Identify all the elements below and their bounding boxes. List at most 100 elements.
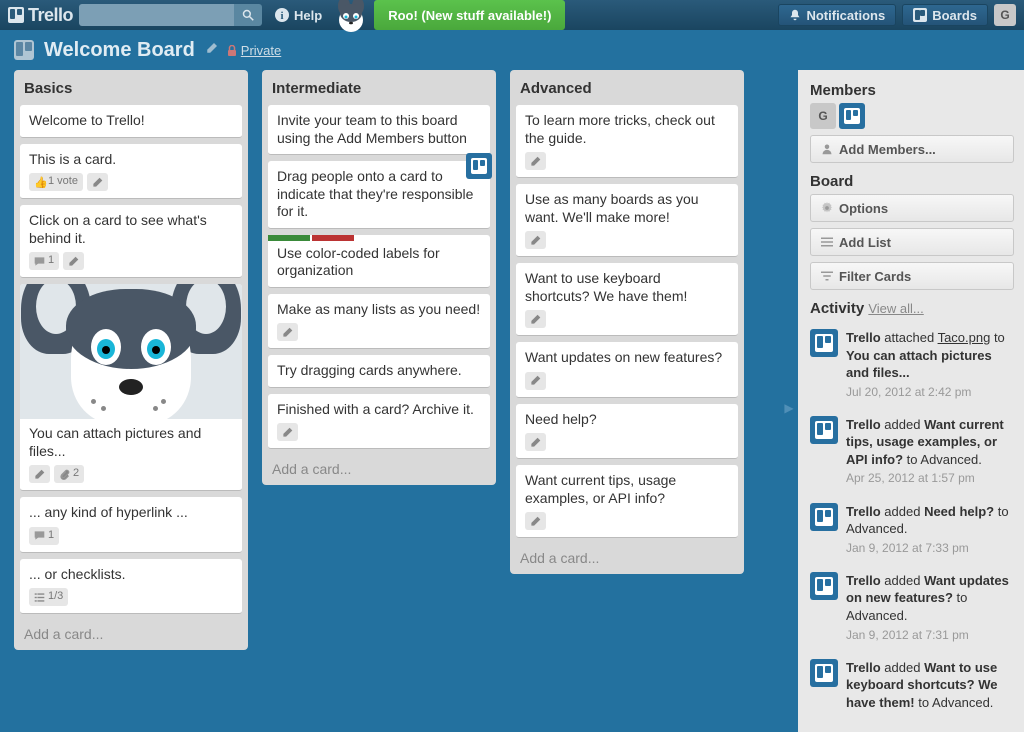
activity-item[interactable]: Trello added Want current tips, usage ex… [810, 408, 1014, 495]
card[interactable]: Invite your team to this board using the… [268, 105, 490, 155]
card-member-chip[interactable] [466, 153, 492, 179]
user-initial: G [1000, 8, 1009, 22]
filter-cards-button[interactable]: Filter Cards [810, 262, 1014, 290]
card[interactable]: You can attach pictures and files...2 [20, 284, 242, 491]
card-badges: 👍1 vote [29, 173, 233, 191]
add-list-button[interactable]: Add List [810, 228, 1014, 256]
activity-item[interactable]: Trello added Want updates on new feature… [810, 564, 1014, 651]
card-cover-image [20, 284, 242, 419]
card[interactable]: Make as many lists as you need! [268, 294, 490, 350]
lists-container: BasicsWelcome to Trello! This is a card.👍… [14, 70, 744, 732]
card[interactable]: Need help? [516, 404, 738, 460]
roo-banner[interactable]: Roo! (New stuff available!) [374, 0, 565, 30]
options-label: Options [839, 201, 888, 216]
activity-item[interactable]: Trello added Need help? to Advanced.Jan … [810, 495, 1014, 564]
card-labels [268, 235, 490, 241]
list-title[interactable]: Intermediate [268, 76, 490, 105]
list-title[interactable]: Advanced [516, 76, 738, 105]
members-heading: Members [810, 82, 1014, 99]
activity-avatar [810, 416, 838, 444]
activity-timestamp: Jul 20, 2012 at 2:42 pm [846, 384, 1014, 400]
card[interactable]: Drag people onto a card to indicate that… [268, 161, 490, 229]
activity-timestamp: Jan 9, 2012 at 7:31 pm [846, 627, 1014, 643]
card[interactable]: Finished with a card? Archive it. [268, 394, 490, 450]
activity-avatar [810, 659, 838, 687]
brand-logo[interactable]: Trello [8, 5, 73, 26]
sidebar-collapse-toggle[interactable]: ▶ [784, 401, 794, 415]
search-icon [242, 9, 254, 21]
rename-board-button[interactable] [205, 43, 217, 58]
edit-badge[interactable] [63, 252, 84, 270]
comments-badge: 1 [29, 252, 59, 270]
edit-badge[interactable] [277, 323, 298, 341]
activity-item[interactable]: Trello added Want to use keyboard shortc… [810, 651, 1014, 722]
add-card-button[interactable]: Add a card... [268, 455, 490, 479]
edit-badge[interactable] [525, 152, 546, 170]
card[interactable]: Want current tips, usage examples, or AP… [516, 465, 738, 538]
card[interactable]: To learn more tricks, check out the guid… [516, 105, 738, 178]
bell-icon [789, 9, 801, 21]
edit-badge[interactable] [525, 310, 546, 328]
notifications-button[interactable]: Notifications [778, 4, 896, 26]
add-card-button[interactable]: Add a card... [516, 544, 738, 568]
card[interactable]: ... any kind of hyperlink ...1 [20, 497, 242, 553]
activity-item[interactable]: Trello attached Taco.png to You can atta… [810, 321, 1014, 408]
attachment-badge: 2 [54, 465, 84, 483]
card-badges [525, 512, 729, 530]
add-members-button[interactable]: Add Members... [810, 135, 1014, 163]
view-all-link[interactable]: View all... [868, 301, 923, 316]
card[interactable]: Want to use keyboard shortcuts? We have … [516, 263, 738, 336]
edit-badge[interactable] [525, 372, 546, 390]
members-row: G [810, 103, 1014, 129]
card[interactable]: Try dragging cards anywhere. [268, 355, 490, 388]
label-green [268, 235, 310, 241]
card-text: Invite your team to this board using the… [277, 112, 481, 147]
member-avatar[interactable]: G [810, 103, 836, 129]
privacy-indicator[interactable]: Private [227, 43, 281, 58]
list-title[interactable]: Basics [20, 76, 242, 105]
edit-badge[interactable] [525, 512, 546, 530]
card[interactable]: Click on a card to see what's behind it.… [20, 205, 242, 278]
card-badges [525, 433, 729, 451]
edit-badge[interactable] [525, 231, 546, 249]
activity-timestamp: Apr 25, 2012 at 1:57 pm [846, 470, 1014, 486]
add-card-button[interactable]: Add a card... [20, 620, 242, 644]
activity-text: Trello added Need help? to Advanced.Jan … [846, 503, 1014, 556]
filter-icon [821, 270, 833, 282]
privacy-label[interactable]: Private [241, 43, 281, 58]
edit-badge[interactable] [525, 433, 546, 451]
checklist-badge: 1/3 [29, 588, 68, 606]
help-link[interactable]: i Help [268, 7, 328, 23]
edit-badge[interactable] [29, 465, 50, 483]
search-button[interactable] [234, 4, 262, 26]
edit-badge[interactable] [277, 423, 298, 441]
edit-badge[interactable] [87, 173, 108, 191]
options-button[interactable]: Options [810, 194, 1014, 222]
card-text: ... any kind of hyperlink ... [29, 504, 233, 522]
search-wrap [79, 4, 262, 26]
board-title[interactable]: Welcome Board [44, 39, 195, 62]
boards-button[interactable]: Boards [902, 4, 988, 26]
search-input[interactable] [79, 4, 234, 26]
card-text: Want to use keyboard shortcuts? We have … [525, 270, 729, 305]
card[interactable]: Use color-coded labels for organization [268, 235, 490, 288]
card-badges: 1 [29, 252, 233, 270]
mascot-icon [334, 0, 368, 32]
board-icon [14, 40, 34, 60]
card[interactable]: Use as many boards as you want. We'll ma… [516, 184, 738, 257]
activity-text: Trello added Want updates on new feature… [846, 572, 1014, 643]
card-badges [525, 231, 729, 249]
svg-text:i: i [280, 10, 283, 22]
card[interactable]: ... or checklists.1/3 [20, 559, 242, 615]
user-avatar[interactable]: G [994, 4, 1016, 26]
card[interactable]: Welcome to Trello! [20, 105, 242, 138]
card[interactable]: Want updates on new features? [516, 342, 738, 398]
vote-badge: 👍1 vote [29, 173, 83, 191]
member-avatar-trello[interactable] [839, 103, 865, 129]
brand-name: Trello [28, 5, 73, 26]
boards-icon [913, 8, 927, 22]
card-badges: 1/3 [29, 588, 233, 606]
activity-timestamp: Jan 9, 2012 at 7:33 pm [846, 540, 1014, 556]
card-text: Use color-coded labels for organization [277, 245, 481, 280]
card[interactable]: This is a card.👍1 vote [20, 144, 242, 200]
